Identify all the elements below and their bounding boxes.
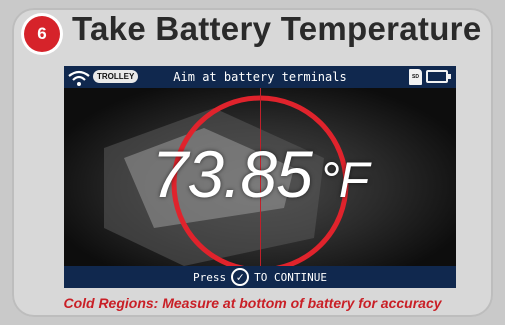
sd-label: SD [412,74,419,80]
step-title: Take Battery Temperature [72,10,482,47]
press-label: Press [193,270,227,284]
battery-icon [426,70,451,83]
reading-unit: °F [319,152,370,208]
step-number-badge: 6 [24,16,60,52]
screen-instruction: Aim at battery terminals [173,70,347,84]
status-bar: TROLLEY Aim at battery terminals SD [64,66,456,88]
caption-note: Cold Regions: Measure at bottom of batte… [63,295,442,311]
continue-label: TO CONTINUE [254,270,327,284]
reading-value: 73.85 [151,137,313,211]
sd-card-icon: SD [409,69,422,85]
continue-bar[interactable]: Press ✓ TO CONTINUE [64,266,456,288]
temperature-reading: 73.85 °F [64,136,456,212]
step-number: 6 [37,24,47,43]
device-screen: TROLLEY Aim at battery terminals SD 73.8… [64,66,456,288]
checkmark-icon[interactable]: ✓ [231,268,250,286]
